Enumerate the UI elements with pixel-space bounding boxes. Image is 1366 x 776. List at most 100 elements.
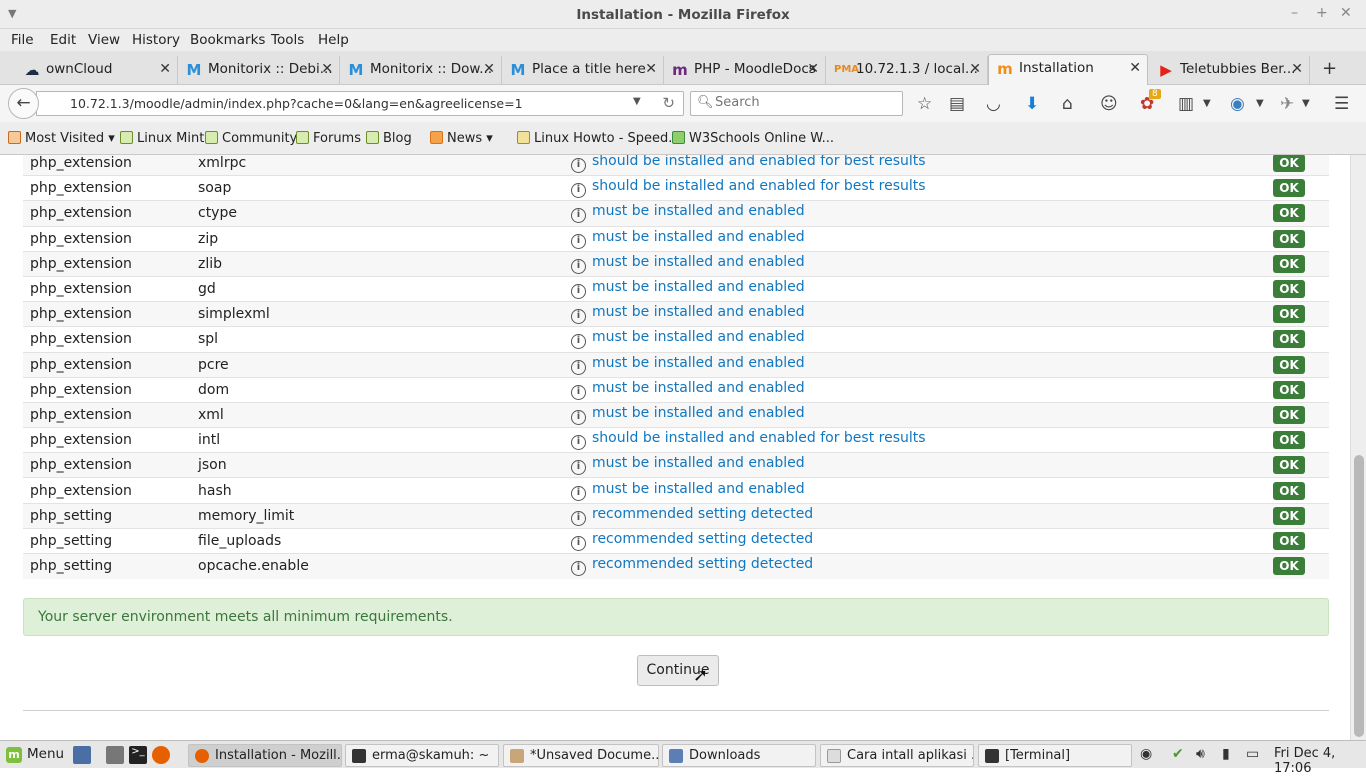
new-tab-icon[interactable]: + (1322, 58, 1337, 79)
info-icon[interactable]: i (571, 435, 586, 451)
page-scrollbar[interactable] (1350, 155, 1366, 740)
tab-owncloud[interactable]: ☁ ownCloud ✕ (16, 56, 178, 85)
moodledocs-icon: m (672, 61, 688, 79)
info-icon[interactable]: i (571, 233, 586, 249)
info-icon[interactable]: i (571, 460, 586, 476)
start-menu-button[interactable]: m Menu (6, 746, 64, 763)
status-badge: OK (1273, 330, 1305, 349)
taskbar-item-text-editor[interactable]: *Unsaved Docume... (503, 744, 659, 767)
url-bar[interactable]: 10.72.1.3/moodle/admin/index.php?cache=0… (36, 91, 684, 116)
close-tab-icon[interactable]: ✕ (159, 61, 171, 77)
info-icon[interactable]: i (571, 384, 586, 400)
info-icon[interactable]: i (571, 258, 586, 274)
tab-place-a-title[interactable]: M Place a title here ✕ (502, 56, 664, 85)
tab-monitorix-debian[interactable]: M Monitorix :: Debi... ✕ (178, 56, 340, 85)
table-row: php_extension zlib i must be installed and … (23, 250, 1329, 277)
requirement-name: simplexml (191, 301, 564, 327)
info-icon[interactable]: i (571, 510, 586, 526)
reader-view-icon[interactable]: ▤ (949, 94, 965, 114)
clock[interactable]: Fri Dec 4, 17:06 (1274, 746, 1366, 776)
info-icon[interactable]: i (571, 208, 586, 224)
signal-icon[interactable]: ▮ (1222, 746, 1230, 762)
requirement-result-cell: OK (1249, 452, 1329, 478)
downloads-icon[interactable]: ⬇ (1025, 94, 1039, 114)
minimize-icon[interactable]: – (1291, 5, 1298, 21)
taskbar-item-downloads[interactable]: Downloads (662, 744, 816, 767)
tab-teletubbies[interactable]: ▶ Teletubbies Ber... ✕ (1150, 56, 1310, 85)
close-tab-icon[interactable]: ✕ (321, 61, 333, 77)
bookmark-forums[interactable]: Forums (296, 131, 361, 146)
menu-history[interactable]: History (132, 32, 180, 48)
home-icon[interactable]: ⌂ (1062, 94, 1073, 114)
hello-chat-icon[interactable]: ☺ (1100, 94, 1118, 114)
info-icon[interactable]: i (571, 334, 586, 350)
back-button[interactable]: ← (8, 88, 39, 119)
url-history-dropdown-icon[interactable]: ▼ (633, 96, 641, 107)
bookmark-linux-howto[interactable]: Linux Howto - Speed... (517, 131, 681, 146)
requirement-type: php_extension (23, 401, 191, 428)
bookmark-blog[interactable]: Blog (366, 131, 412, 146)
info-icon[interactable]: i (571, 309, 586, 325)
close-tab-icon[interactable]: ✕ (969, 61, 981, 77)
volume-icon[interactable]: 🔊︎ (1196, 746, 1205, 762)
file-manager-icon[interactable] (106, 746, 124, 764)
network-icon[interactable]: ◉ (1140, 746, 1152, 762)
info-icon[interactable]: i (571, 561, 586, 577)
taskbar-item-document[interactable]: Cara intall aplikasi ... (820, 744, 974, 767)
close-tab-icon[interactable]: ✕ (1129, 60, 1141, 76)
chevron-down-icon[interactable]: ▼ (1302, 98, 1310, 109)
requirement-name: file_uploads (191, 527, 564, 554)
update-shield-icon[interactable]: ✔ (1172, 746, 1184, 762)
info-icon[interactable]: i (571, 485, 586, 501)
reload-icon[interactable]: ↻ (662, 94, 675, 112)
bookmark-most-visited[interactable]: Most Visited ▾ (8, 131, 115, 146)
bookmark-news[interactable]: News ▾ (430, 131, 493, 146)
close-window-icon[interactable]: ✕ (1340, 5, 1352, 21)
menu-bookmarks[interactable]: Bookmarks (190, 32, 265, 48)
chevron-down-icon[interactable]: ▼ (1203, 98, 1211, 109)
info-icon[interactable]: i (571, 284, 586, 300)
url-text[interactable]: 10.72.1.3/moodle/admin/index.php?cache=0… (70, 96, 523, 111)
close-tab-icon[interactable]: ✕ (645, 61, 657, 77)
table-row: php_extension xml i must be installed and e… (23, 401, 1329, 428)
close-tab-icon[interactable]: ✕ (483, 61, 495, 77)
info-icon[interactable]: i (571, 359, 586, 375)
taskbar-item-terminal-2[interactable]: [Terminal] (978, 744, 1132, 767)
addon-icon[interactable]: ◉ (1230, 94, 1245, 114)
maximize-icon[interactable]: + (1316, 5, 1328, 21)
info-icon[interactable]: i (571, 409, 586, 425)
search-box[interactable]: 🔍︎ (690, 91, 903, 116)
close-tab-icon[interactable]: ✕ (1291, 61, 1303, 77)
menu-edit[interactable]: Edit (50, 32, 76, 48)
chevron-down-icon[interactable]: ▼ (1256, 98, 1264, 109)
bookmark-community[interactable]: Community (205, 131, 297, 146)
hamburger-menu-icon[interactable]: ☰ (1334, 94, 1349, 114)
info-icon[interactable]: i (571, 183, 586, 199)
menu-view[interactable]: View (88, 32, 120, 48)
tab-moodledocs[interactable]: m PHP - MoodleDocs ✕ (664, 56, 826, 85)
battery-icon[interactable]: ▭ (1246, 746, 1259, 762)
tab-monitorix-download[interactable]: M Monitorix :: Dow... ✕ (340, 56, 502, 85)
taskbar-item-firefox[interactable]: Installation - Mozill... (188, 744, 342, 767)
close-tab-icon[interactable]: ✕ (807, 61, 819, 77)
bookmark-w3schools[interactable]: W3Schools Online W... (672, 131, 834, 146)
tab-installation[interactable]: m Installation ✕ (988, 54, 1148, 86)
menu-help[interactable]: Help (318, 32, 349, 48)
taskbar-item-terminal[interactable]: erma@skamuh: ~ (345, 744, 499, 767)
info-icon[interactable]: i (571, 535, 586, 551)
rss-icon (430, 131, 443, 144)
firefox-icon[interactable] (152, 746, 170, 764)
info-icon[interactable]: i (571, 158, 586, 174)
menu-file[interactable]: File (11, 32, 34, 48)
pocket-icon[interactable]: ◡ (986, 94, 1001, 114)
menu-tools[interactable]: Tools (271, 32, 304, 48)
search-input[interactable] (715, 95, 895, 110)
scrollbar-thumb[interactable] (1354, 455, 1364, 737)
tab-phpmyadmin[interactable]: PMA 10.72.1.3 / local... ✕ (826, 56, 988, 85)
bookmark-star-icon[interactable]: ☆ (917, 94, 932, 114)
proxy-icon[interactable]: ✈ (1280, 94, 1294, 114)
clipboard-icon[interactable]: ▥ (1178, 94, 1194, 114)
show-desktop-icon[interactable] (73, 746, 91, 764)
terminal-icon[interactable]: >_ (129, 746, 147, 764)
bookmark-linux-mint[interactable]: Linux Mint (120, 131, 204, 146)
